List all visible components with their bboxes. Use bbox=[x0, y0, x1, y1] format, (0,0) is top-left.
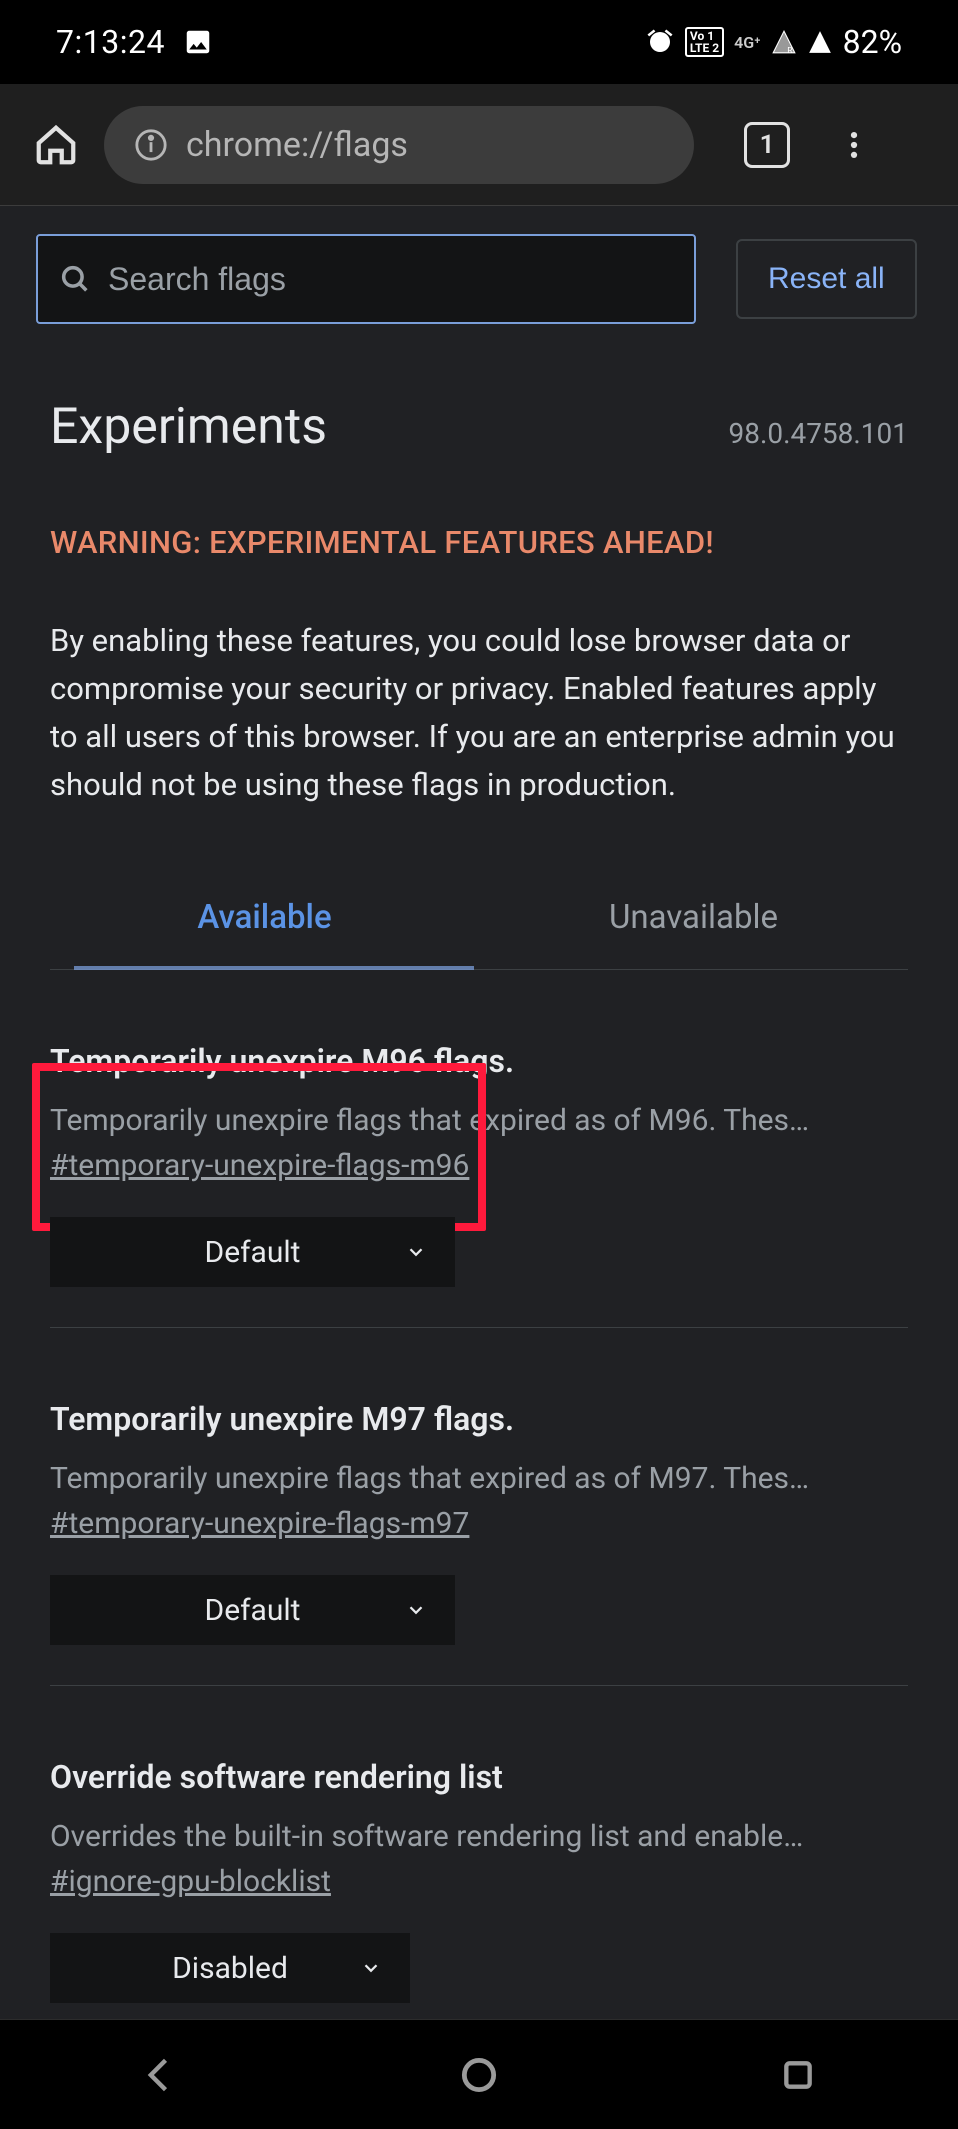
flag-select-value: Default bbox=[205, 1235, 301, 1270]
flag-item: Temporarily unexpire M96 flags. Temporar… bbox=[50, 970, 908, 1328]
info-icon bbox=[134, 128, 168, 162]
flag-select[interactable]: Default bbox=[50, 1575, 455, 1645]
url-bar[interactable]: chrome://flags bbox=[104, 106, 694, 184]
flag-description: Temporarily unexpire flags that expired … bbox=[50, 1438, 880, 1500]
tab-unavailable-label: Unavailable bbox=[609, 898, 778, 937]
search-flags-field[interactable] bbox=[36, 234, 696, 324]
flag-title: Temporarily unexpire M96 flags. bbox=[50, 1042, 908, 1080]
flag-select-value: Disabled bbox=[172, 1951, 288, 1986]
flag-select[interactable]: Disabled bbox=[50, 1933, 410, 2003]
flag-title: Temporarily unexpire M97 flags. bbox=[50, 1400, 908, 1438]
status-bar: 7:13:24 Vo 1LTE 2 4G⁺ R 82% bbox=[0, 0, 958, 84]
chevron-down-icon bbox=[360, 1957, 382, 1979]
page-content: Reset all Experiments 98.0.4758.101 WARN… bbox=[0, 206, 958, 2019]
overflow-menu-button[interactable] bbox=[832, 123, 876, 167]
version-text: 98.0.4758.101 bbox=[728, 417, 908, 450]
tab-underline bbox=[74, 966, 474, 970]
flag-hash-link[interactable]: #temporary-unexpire-flags-m97 bbox=[50, 1500, 469, 1541]
tab-available[interactable]: Available bbox=[50, 865, 479, 970]
flag-hash-link[interactable]: #ignore-gpu-blocklist bbox=[50, 1858, 331, 1899]
flag-select-value: Default bbox=[205, 1593, 301, 1628]
tab-available-label: Available bbox=[197, 898, 331, 937]
page-title: Experiments bbox=[50, 398, 327, 456]
alarm-icon bbox=[645, 27, 675, 57]
signal-icon-2 bbox=[807, 29, 833, 55]
flag-list: Temporarily unexpire M96 flags. Temporar… bbox=[0, 970, 958, 2003]
signal-icon: R bbox=[771, 29, 797, 55]
chevron-down-icon bbox=[405, 1599, 427, 1621]
tab-switcher-button[interactable]: 1 bbox=[744, 122, 790, 168]
tab-count: 1 bbox=[760, 130, 775, 160]
browser-toolbar: chrome://flags 1 bbox=[0, 84, 958, 206]
flag-item: Temporarily unexpire M97 flags. Temporar… bbox=[50, 1328, 908, 1686]
nav-home-button[interactable] bbox=[449, 2045, 509, 2105]
flag-title: Override software rendering list bbox=[50, 1758, 908, 1796]
chevron-down-icon bbox=[405, 1241, 427, 1263]
flag-description: Temporarily unexpire flags that expired … bbox=[50, 1080, 880, 1142]
svg-text:R: R bbox=[787, 46, 793, 55]
search-icon bbox=[58, 262, 92, 296]
home-button[interactable] bbox=[28, 117, 84, 173]
nav-back-button[interactable] bbox=[130, 2045, 190, 2105]
nav-recent-button[interactable] bbox=[768, 2045, 828, 2105]
flag-select[interactable]: Default bbox=[50, 1217, 455, 1287]
reset-label: Reset all bbox=[768, 262, 885, 296]
warning-body: By enabling these features, you could lo… bbox=[50, 561, 908, 809]
flag-description: Overrides the built-in software renderin… bbox=[50, 1796, 880, 1858]
reset-all-button[interactable]: Reset all bbox=[736, 239, 917, 319]
picture-icon bbox=[183, 27, 213, 57]
search-input[interactable] bbox=[108, 261, 674, 298]
flag-item: Override software rendering list Overrid… bbox=[50, 1686, 908, 2003]
status-battery: 82% bbox=[843, 23, 902, 61]
status-time: 7:13:24 bbox=[56, 23, 165, 61]
flag-hash-link[interactable]: #temporary-unexpire-flags-m96 bbox=[50, 1142, 469, 1183]
tabs: Available Unavailable bbox=[50, 865, 908, 970]
system-nav-bar bbox=[0, 2019, 958, 2129]
tab-unavailable[interactable]: Unavailable bbox=[479, 865, 908, 970]
volte-icon: Vo 1LTE 2 bbox=[685, 27, 724, 57]
url-text: chrome://flags bbox=[186, 125, 408, 165]
warning-heading: WARNING: EXPERIMENTAL FEATURES AHEAD! bbox=[50, 456, 908, 561]
signal-4g-icon: 4G⁺ bbox=[734, 33, 761, 52]
